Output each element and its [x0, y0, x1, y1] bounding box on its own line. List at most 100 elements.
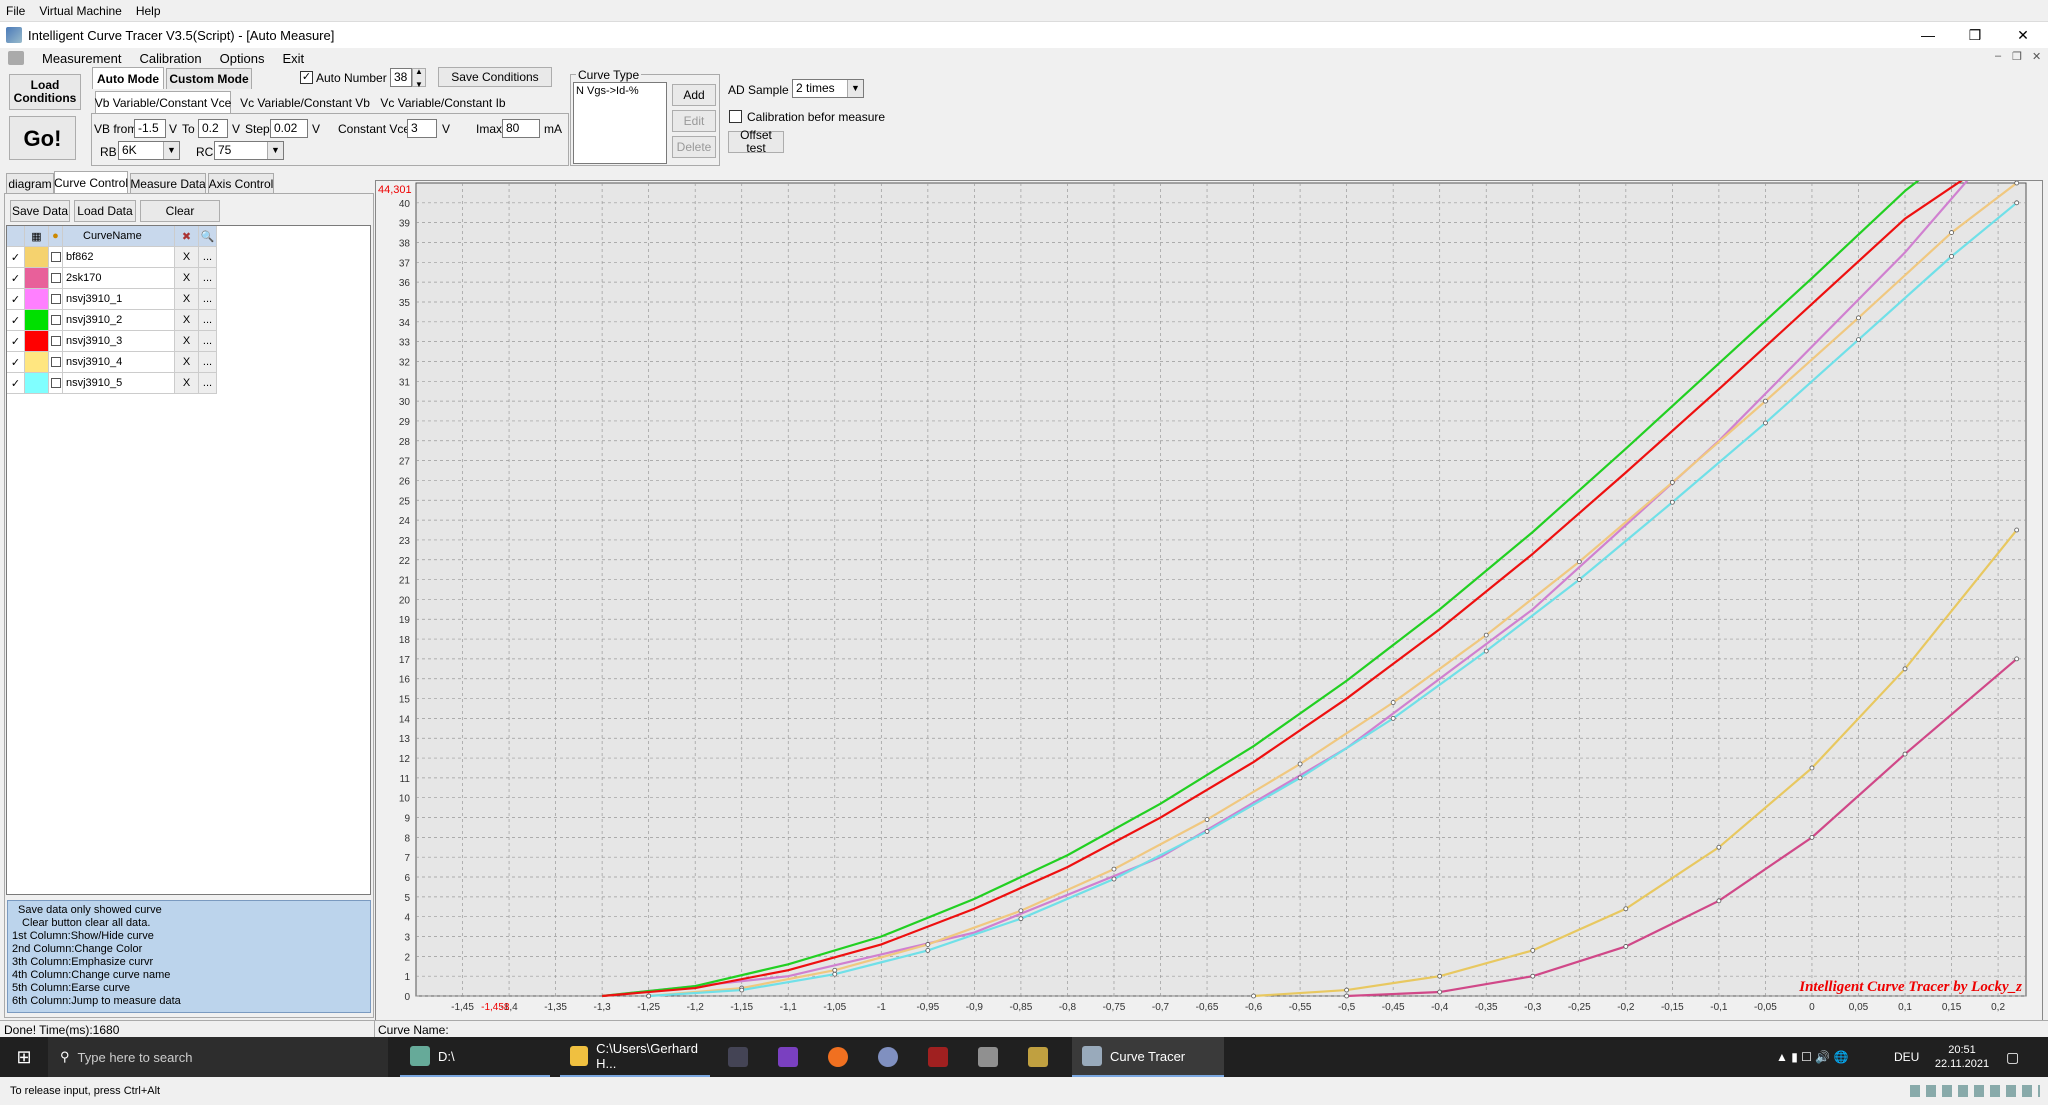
erase-button[interactable]: X — [175, 247, 199, 268]
menu-options[interactable]: Options — [220, 51, 265, 66]
calculator-icon[interactable] — [978, 1037, 998, 1077]
emphasize-checkbox[interactable] — [49, 373, 63, 394]
tab-measure-data[interactable]: Measure Data — [130, 173, 206, 193]
tab-auto-mode[interactable]: Auto Mode — [92, 67, 164, 89]
mdi-minimize-icon[interactable]: – — [1995, 50, 2001, 62]
erase-button[interactable]: X — [175, 289, 199, 310]
delete-button[interactable]: Delete — [672, 136, 716, 158]
jump-button[interactable]: ... — [199, 247, 217, 268]
taskbar-item-curve-tracer[interactable]: Curve Tracer — [1072, 1037, 1224, 1077]
edit-button[interactable]: Edit — [672, 110, 716, 132]
curve-name[interactable]: bf862 — [63, 247, 175, 268]
curve-name[interactable]: nsvj3910_2 — [63, 310, 175, 331]
app-red-icon[interactable] — [928, 1037, 948, 1077]
curve-name[interactable]: 2sk170 — [63, 268, 175, 289]
curve-row[interactable]: ✓#ff80ff nsvj3910_1X... — [7, 289, 217, 310]
tab-diagram[interactable]: diagram — [6, 173, 54, 193]
erase-button[interactable]: X — [175, 373, 199, 394]
curve-name[interactable]: nsvj3910_1 — [63, 289, 175, 310]
jump-button[interactable]: ... — [199, 268, 217, 289]
app-yellow-icon[interactable] — [1028, 1037, 1048, 1077]
chevron-down-icon[interactable]: ▼ — [847, 80, 863, 97]
rb-select[interactable]: 6K ▼ — [118, 141, 180, 160]
color-swatch[interactable]: #ffe680 — [25, 352, 49, 373]
close-button[interactable]: ✕ — [2000, 22, 2046, 48]
add-button[interactable]: Add — [672, 84, 716, 106]
clear-button[interactable]: Clear — [140, 200, 220, 222]
curve-type-list[interactable]: N Vgs->Id-% — [573, 82, 667, 164]
curve-name[interactable]: nsvj3910_4 — [63, 352, 175, 373]
jump-button[interactable]: ... — [199, 289, 217, 310]
show-checkbox[interactable]: ✓ — [7, 331, 25, 352]
ad-sample-select[interactable]: 2 times ▼ — [792, 79, 864, 98]
color-swatch[interactable]: #ff0000 — [25, 331, 49, 352]
go-button[interactable]: Go! — [9, 116, 76, 160]
app-m-icon[interactable] — [728, 1037, 748, 1077]
curve-name[interactable]: nsvj3910_3 — [63, 331, 175, 352]
show-checkbox[interactable]: ✓ — [7, 289, 25, 310]
emphasize-checkbox[interactable] — [49, 268, 63, 289]
erase-button[interactable]: X — [175, 310, 199, 331]
minimize-button[interactable]: — — [1905, 22, 1951, 48]
jump-button[interactable]: ... — [199, 310, 217, 331]
erase-button[interactable]: X — [175, 268, 199, 289]
erase-button[interactable]: X — [175, 352, 199, 373]
jump-button[interactable]: ... — [199, 352, 217, 373]
chevron-down-icon[interactable]: ▼ — [267, 142, 283, 159]
offset-test-button[interactable]: Offset test — [728, 129, 784, 155]
spin-up-icon[interactable]: ▲ — [415, 65, 423, 78]
curve-row[interactable]: ✓#ffe680 nsvj3910_4X... — [7, 352, 217, 373]
windows-start-icon[interactable]: ⊞ — [12, 1037, 36, 1077]
mdi-close-icon[interactable]: ✕ — [2032, 50, 2041, 63]
color-swatch[interactable]: #80ffff — [25, 373, 49, 394]
save-data-button[interactable]: Save Data — [10, 200, 70, 222]
show-checkbox[interactable]: ✓ — [7, 268, 25, 289]
host-menu-vm[interactable]: Virtual Machine — [39, 4, 122, 18]
load-data-button[interactable]: Load Data — [74, 200, 136, 222]
tab-curve-control[interactable]: Curve Control — [54, 171, 128, 193]
menu-exit[interactable]: Exit — [282, 51, 304, 66]
color-swatch[interactable]: #e8609a — [25, 268, 49, 289]
app-waves-icon[interactable] — [878, 1037, 898, 1077]
language-indicator[interactable]: DEU — [1894, 1037, 1919, 1077]
erase-button[interactable]: X — [175, 331, 199, 352]
vm-device-icons[interactable] — [1910, 1085, 2040, 1097]
host-menu-help[interactable]: Help — [136, 4, 161, 18]
jump-button[interactable]: ... — [199, 331, 217, 352]
tab-vc-variable-ib[interactable]: Vc Variable/Constant Ib — [378, 92, 508, 113]
curve-type-item[interactable]: N Vgs->Id-% — [576, 85, 639, 97]
auto-number-field[interactable]: 38 — [390, 68, 412, 87]
app-triangle-icon[interactable] — [778, 1037, 798, 1077]
curve-row[interactable]: ✓#00e000 nsvj3910_2X... — [7, 310, 217, 331]
emphasize-checkbox[interactable] — [49, 247, 63, 268]
curve-row[interactable]: ✓#e8609a 2sk170X... — [7, 268, 217, 289]
emphasize-checkbox[interactable] — [49, 310, 63, 331]
step-field[interactable]: 0.02 — [270, 119, 308, 138]
tray-icons[interactable]: ▲ ▮ ☐ 🔊 🌐 — [1776, 1037, 1848, 1077]
emphasize-checkbox[interactable] — [49, 289, 63, 310]
curve-row[interactable]: ✓#80ffff nsvj3910_5X... — [7, 373, 217, 394]
tab-axis-control[interactable]: Axis Control — [208, 173, 274, 193]
color-swatch[interactable]: #00e000 — [25, 310, 49, 331]
curve-name[interactable]: nsvj3910_5 — [63, 373, 175, 394]
clock[interactable]: 20:51 22.11.2021 — [1930, 1037, 1994, 1077]
chart-area[interactable]: 0 1 2 3 4 5 6 7 8 9 10 11 12 13 14 15 16 17 18 19 20 21 22 23 24… — [375, 180, 2043, 1023]
mdi-restore-icon[interactable]: ❐ — [2012, 50, 2022, 63]
constant-vce-field[interactable]: 3 — [407, 119, 437, 138]
menu-measurement[interactable]: Measurement — [42, 51, 121, 66]
auto-number-spinner[interactable]: ▲ ▼ — [412, 65, 426, 89]
show-checkbox[interactable]: ✓ — [7, 310, 25, 331]
taskbar-item-explorer[interactable]: C:\Users\Gerhard H... — [560, 1037, 710, 1077]
notification-icon[interactable]: ▢ — [2006, 1037, 2019, 1077]
spin-down-icon[interactable]: ▼ — [415, 78, 423, 91]
taskbar-search[interactable]: ⚲ Type here to search — [48, 1037, 388, 1077]
imax-field[interactable]: 80 — [502, 119, 540, 138]
show-checkbox[interactable]: ✓ — [7, 352, 25, 373]
auto-number-checkbox[interactable]: ✓ — [300, 71, 313, 84]
show-checkbox[interactable]: ✓ — [7, 247, 25, 268]
taskbar-item-d[interactable]: D:\ — [400, 1037, 550, 1077]
curve-row[interactable]: ✓#f5d26e bf862X... — [7, 247, 217, 268]
curve-row[interactable]: ✓#ff0000 nsvj3910_3X... — [7, 331, 217, 352]
calibration-checkbox[interactable] — [729, 110, 742, 123]
show-checkbox[interactable]: ✓ — [7, 373, 25, 394]
